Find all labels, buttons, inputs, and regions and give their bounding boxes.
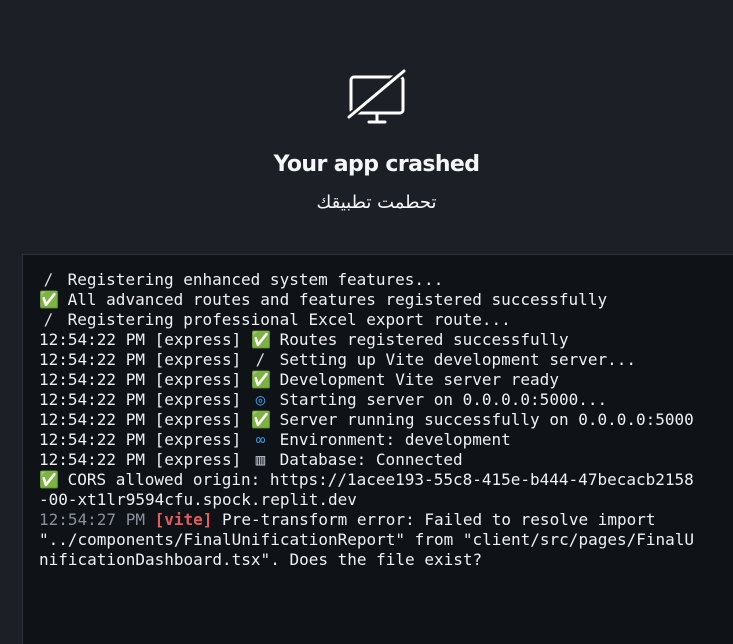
chart-icon: ▥	[255, 450, 266, 469]
log-message: Registering professional Excel export ro…	[67, 310, 511, 329]
check-icon: ✅	[250, 330, 271, 349]
console-line: 12:54:27 PM [vite] Pre-transform error: …	[39, 510, 701, 570]
tools-icon: ∕	[43, 310, 54, 329]
log-message: Server running successfully on 0.0.0.0:5…	[279, 410, 694, 429]
console-line: 12:54:22 PM [express] ✅ Server running s…	[39, 410, 701, 430]
log-message: Environment: development	[279, 430, 511, 449]
check-icon: ✅	[39, 290, 59, 309]
console-line: 12:54:22 PM [express] ✅ Routes registere…	[39, 330, 701, 350]
log-message: All advanced routes and features registe…	[67, 290, 608, 309]
console-line: 12:54:22 PM [express] ✅ Development Vite…	[39, 370, 701, 390]
console-line: ✅ CORS allowed origin: https://1acee193-…	[39, 470, 701, 510]
console-line: 12:54:22 PM [express] ∞ Environment: dev…	[39, 430, 701, 450]
log-message: Database: Connected	[279, 450, 463, 469]
monitor-off-icon	[346, 68, 407, 124]
tools-icon: ∕	[255, 350, 266, 369]
console-line: 12:54:22 PM [express] ◎ Starting server …	[39, 390, 701, 410]
log-timestamp: 12:54:22 PM	[39, 390, 145, 409]
console-line: 12:54:22 PM [express] ▥ Database: Connec…	[39, 450, 701, 470]
log-source-tag: [express]	[154, 330, 242, 349]
console-line: ✅ All advanced routes and features regis…	[39, 290, 701, 310]
log-source-tag: [express]	[154, 350, 242, 369]
log-timestamp: 12:54:22 PM	[39, 330, 145, 349]
log-source-tag: [express]	[154, 390, 242, 409]
log-timestamp: 12:54:22 PM	[39, 450, 145, 469]
log-source-tag: [express]	[154, 430, 242, 449]
log-timestamp: 12:54:27 PM	[39, 510, 145, 529]
check-icon: ✅	[250, 410, 271, 429]
log-timestamp: 12:54:22 PM	[39, 350, 145, 369]
log-timestamp: 12:54:22 PM	[39, 370, 145, 389]
log-message: CORS allowed origin: https://1acee193-55…	[39, 470, 694, 509]
console-line: ∕ Registering professional Excel export …	[39, 310, 701, 330]
console-log-panel[interactable]: ∕ Registering enhanced system features..…	[22, 254, 733, 644]
log-timestamp: 12:54:22 PM	[39, 430, 145, 449]
log-message: Development Vite server ready	[279, 370, 559, 389]
log-message: Setting up Vite development server...	[279, 350, 637, 369]
console-log-lines: ∕ Registering enhanced system features..…	[39, 270, 701, 570]
globe-icon: ◎	[255, 390, 266, 409]
crash-subtitle: تحطمت تطبيقك	[316, 192, 437, 213]
log-timestamp: 12:54:22 PM	[39, 410, 145, 429]
log-message: Starting server on 0.0.0.0:5000...	[279, 390, 608, 409]
crash-header: Your app crashed تحطمت تطبيقك	[0, 0, 733, 240]
log-source-tag: [express]	[154, 450, 242, 469]
console-line: ∕ Registering enhanced system features..…	[39, 270, 701, 290]
log-message: Registering enhanced system features...	[67, 270, 444, 289]
check-icon: ✅	[250, 370, 271, 389]
console-line: 12:54:22 PM [express] ∕ Setting up Vite …	[39, 350, 701, 370]
crash-title: Your app crashed	[273, 152, 480, 177]
log-source-tag: [express]	[154, 370, 242, 389]
tools-icon: ∕	[43, 270, 54, 289]
link-icon: ∞	[255, 430, 266, 449]
log-source-tag: [express]	[154, 410, 242, 429]
log-source-tag: [vite]	[154, 510, 213, 529]
log-message: Routes registered successfully	[279, 330, 569, 349]
check-icon: ✅	[39, 470, 59, 489]
